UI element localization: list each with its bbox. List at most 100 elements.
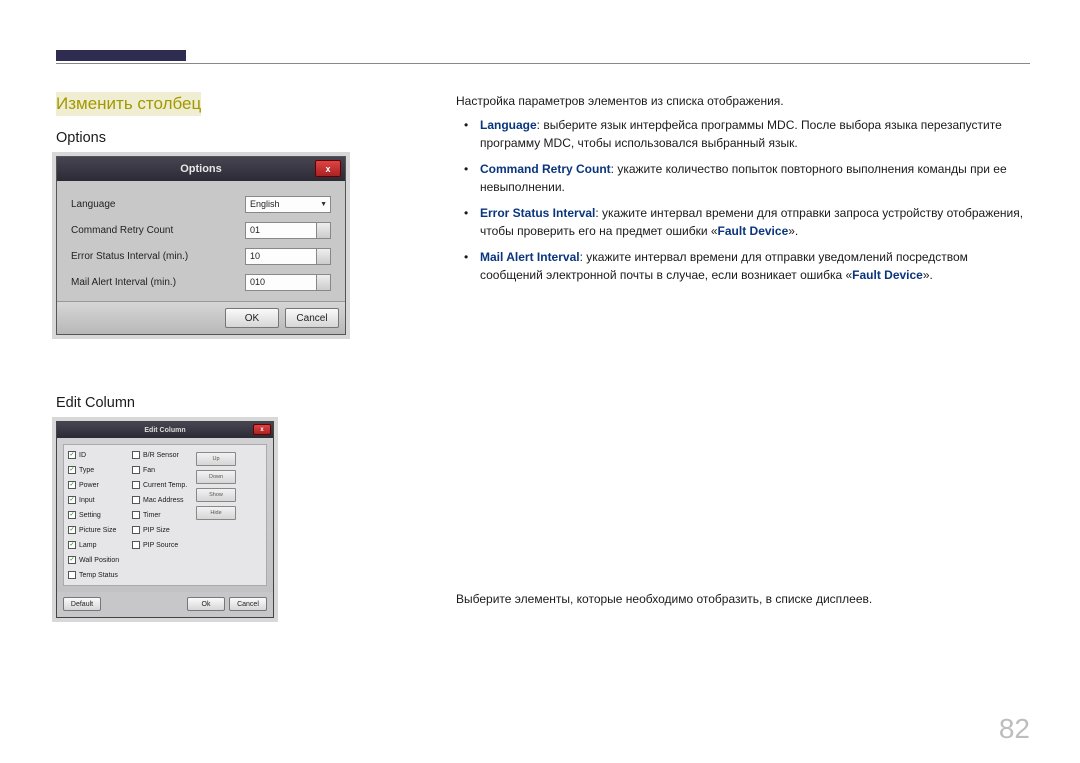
- cancel-button[interactable]: Cancel: [285, 308, 339, 328]
- editcolumn-item-label: ID: [79, 452, 86, 459]
- editcolumn-item[interactable]: Temp Status: [68, 569, 130, 581]
- checkbox[interactable]: ✓: [68, 541, 76, 549]
- editcolumn-dialog: Edit Column x ✓ID✓Type✓Power✓Input✓Setti…: [56, 421, 274, 618]
- editcolumn-item-label: Current Temp.: [143, 482, 187, 489]
- hide-button[interactable]: Hide: [196, 506, 236, 520]
- editcolumn-item-label: Input: [79, 497, 95, 504]
- retry-count-value: 01: [250, 225, 260, 235]
- close-icon[interactable]: x: [253, 424, 271, 435]
- editcolumn-item[interactable]: ✓Input: [68, 494, 130, 506]
- checkbox[interactable]: ✓: [68, 466, 76, 474]
- editcolumn-item-label: PIP Source: [143, 542, 178, 549]
- editcolumn-item[interactable]: PIP Source: [132, 539, 194, 551]
- editcolumn-item-label: Wall Position: [79, 557, 119, 564]
- editcolumn-item-label: Fan: [143, 467, 155, 474]
- checkbox[interactable]: ✓: [68, 556, 76, 564]
- editcolumn-item[interactable]: ✓Type: [68, 464, 130, 476]
- checkbox[interactable]: [132, 451, 140, 459]
- editcolumn-item[interactable]: ✓ID: [68, 449, 130, 461]
- show-button[interactable]: Show: [196, 488, 236, 502]
- options-item-language: Language: выберите язык интерфейса прогр…: [480, 116, 1030, 152]
- editcolumn-item[interactable]: ✓Wall Position: [68, 554, 130, 566]
- checkbox[interactable]: ✓: [68, 496, 76, 504]
- options-intro-text: Настройка параметров элементов из списка…: [456, 92, 1030, 110]
- term-fault-device: Fault Device: [718, 224, 789, 238]
- editcolumn-item[interactable]: Fan: [132, 464, 194, 476]
- default-button[interactable]: Default: [63, 597, 101, 611]
- language-select[interactable]: English: [245, 196, 331, 213]
- editcolumn-item[interactable]: ✓Power: [68, 479, 130, 491]
- ok-button[interactable]: OK: [225, 308, 279, 328]
- editcolumn-item[interactable]: B/R Sensor: [132, 449, 194, 461]
- mail-interval-value: 010: [250, 277, 265, 287]
- editcolumn-item[interactable]: PIP Size: [132, 524, 194, 536]
- options-item-error: Error Status Interval: укажите интервал …: [480, 204, 1030, 240]
- desc-error-2: ».: [788, 224, 798, 238]
- options-item-mail: Mail Alert Interval: укажите интервал вр…: [480, 248, 1030, 284]
- options-item-retry: Command Retry Count: укажите количество …: [480, 160, 1030, 196]
- editcolumn-item[interactable]: ✓Setting: [68, 509, 130, 521]
- checkbox[interactable]: ✓: [68, 451, 76, 459]
- editcolumn-item-label: Picture Size: [79, 527, 116, 534]
- editcolumn-item[interactable]: ✓Lamp: [68, 539, 130, 551]
- desc-mail-2: ».: [923, 268, 933, 282]
- options-dialog-title-text: Options: [180, 163, 222, 175]
- header-rule: [56, 63, 1030, 64]
- checkbox[interactable]: [132, 541, 140, 549]
- checkbox[interactable]: [132, 466, 140, 474]
- editcolumn-item-label: Setting: [79, 512, 101, 519]
- editcolumn-item[interactable]: ✓Picture Size: [68, 524, 130, 536]
- checkbox[interactable]: [132, 511, 140, 519]
- checkbox[interactable]: ✓: [68, 526, 76, 534]
- checkbox[interactable]: [132, 526, 140, 534]
- error-interval-value: 10: [250, 251, 260, 261]
- ok-button[interactable]: Ok: [187, 597, 225, 611]
- term-language: Language: [480, 118, 537, 132]
- language-select-value: English: [250, 199, 280, 209]
- term-error: Error Status Interval: [480, 206, 595, 220]
- checkbox[interactable]: [132, 481, 140, 489]
- editcol-heading: Edit Column: [56, 395, 396, 411]
- checkbox[interactable]: ✓: [68, 481, 76, 489]
- error-interval-stepper[interactable]: 10: [245, 248, 331, 265]
- options-heading: Options: [56, 130, 396, 146]
- options-language-label: Language: [71, 199, 116, 210]
- cancel-button[interactable]: Cancel: [229, 597, 267, 611]
- editcolumn-item[interactable]: Current Temp.: [132, 479, 194, 491]
- page-number: 82: [999, 713, 1030, 745]
- section-title: Изменить столбец: [56, 92, 201, 116]
- editcolumn-dialog-title: Edit Column x: [57, 422, 273, 438]
- options-retry-label: Command Retry Count: [71, 225, 173, 236]
- term-mail: Mail Alert Interval: [480, 250, 580, 264]
- term-fault-device: Fault Device: [852, 268, 923, 282]
- editcolumn-dialog-title-text: Edit Column: [144, 427, 185, 434]
- retry-count-stepper[interactable]: 01: [245, 222, 331, 239]
- editcolumn-col2: B/R Sensor Fan Current Temp. Mac Address Tim…: [132, 449, 194, 581]
- editcolumn-item[interactable]: Mac Address: [132, 494, 194, 506]
- options-error-label: Error Status Interval (min.): [71, 251, 188, 262]
- down-button[interactable]: Down: [196, 470, 236, 484]
- options-dialog: Options x Language English Command Retry…: [56, 156, 346, 335]
- checkbox[interactable]: [132, 496, 140, 504]
- editcolumn-item-label: Temp Status: [79, 572, 118, 579]
- checkbox[interactable]: ✓: [68, 511, 76, 519]
- editcolumn-item[interactable]: Timer: [132, 509, 194, 521]
- editcolumn-item-label: Mac Address: [143, 497, 183, 504]
- editcol-desc-text: Выберите элементы, которые необходимо от…: [456, 590, 1030, 608]
- options-mail-label: Mail Alert Interval (min.): [71, 277, 176, 288]
- desc-language: : выберите язык интерфейса программы MDC…: [480, 118, 1002, 150]
- options-dialog-title: Options x: [57, 157, 345, 181]
- editcolumn-item-label: Lamp: [79, 542, 97, 549]
- close-icon[interactable]: x: [315, 160, 341, 177]
- up-button[interactable]: Up: [196, 452, 236, 466]
- editcolumn-item-label: Power: [79, 482, 99, 489]
- editcolumn-side-buttons: Up Down Show Hide: [196, 449, 236, 581]
- editcolumn-col1: ✓ID✓Type✓Power✓Input✓Setting✓Picture Siz…: [68, 449, 130, 581]
- checkbox[interactable]: [68, 571, 76, 579]
- editcolumn-item-label: B/R Sensor: [143, 452, 179, 459]
- editcolumn-item-label: Timer: [143, 512, 161, 519]
- editcolumn-item-label: Type: [79, 467, 94, 474]
- header-accent-bar: [56, 50, 186, 61]
- term-retry: Command Retry Count: [480, 162, 611, 176]
- mail-interval-stepper[interactable]: 010: [245, 274, 331, 291]
